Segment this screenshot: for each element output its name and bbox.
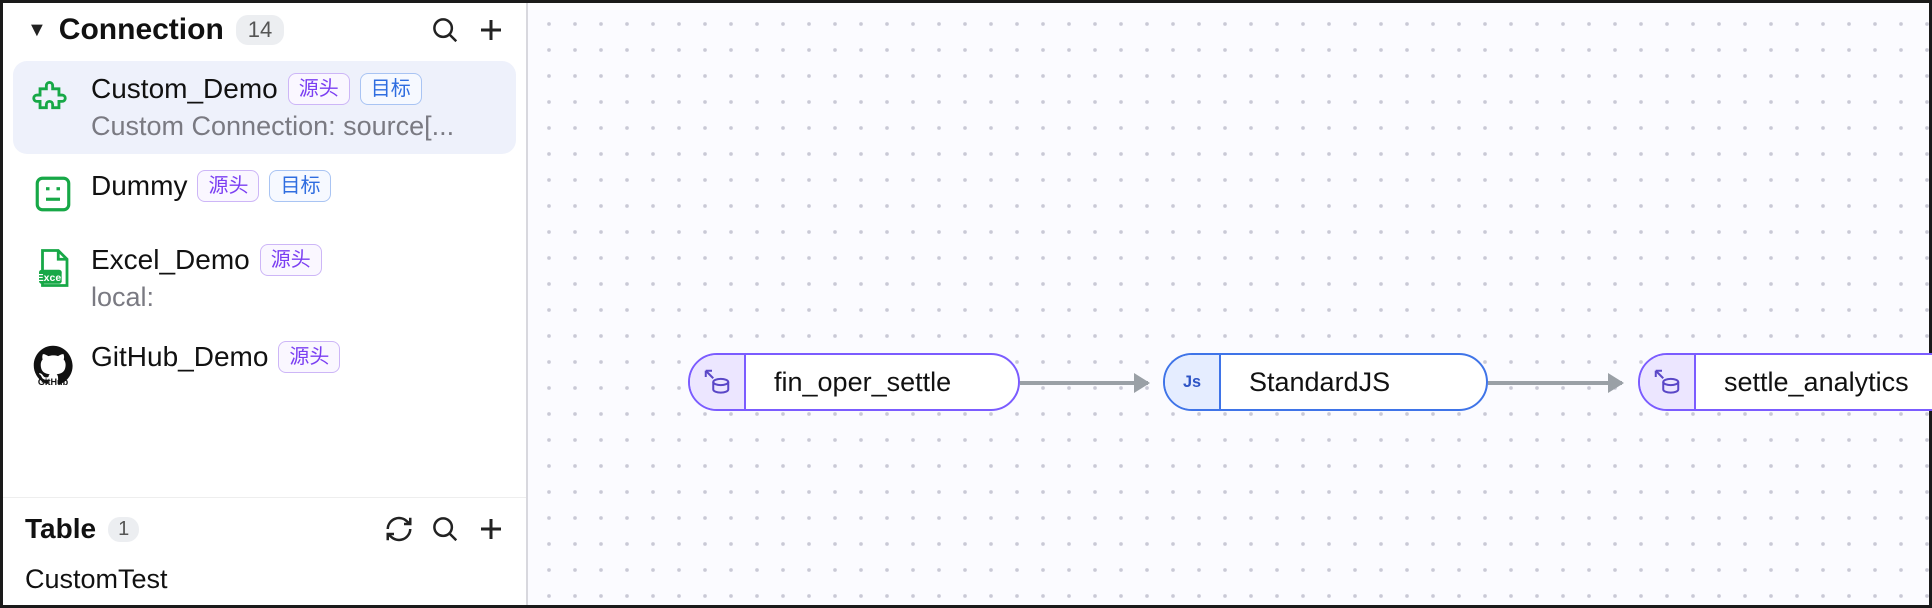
face-icon [31,172,75,216]
table-section-title: Table [25,513,96,545]
app-root: ▼ Connection 14 Custom_D [0,0,1932,608]
connection-name: Excel_Demo [91,244,250,276]
caret-down-icon[interactable]: ▼ [27,19,47,42]
svg-text:Excel: Excel [37,272,65,284]
svg-text:GitHub: GitHub [38,377,69,386]
connection-list: Custom_Demo 源头 目标 Custom Connection: sou… [3,57,526,497]
tag-source: 源头 [288,73,350,105]
node-settle-analytics[interactable]: settle_analytics [1638,353,1932,411]
js-icon: Js [1165,355,1221,409]
puzzle-icon [31,75,75,119]
node-fin-oper-settle[interactable]: fin_oper_settle [688,353,1020,411]
connection-name: Custom_Demo [91,73,278,105]
node-label: StandardJS [1221,355,1418,409]
node-label: fin_oper_settle [746,355,979,409]
connection-item-custom-demo[interactable]: Custom_Demo 源头 目标 Custom Connection: sou… [13,61,516,154]
table-count-badge: 1 [108,517,139,542]
database-icon [690,355,746,409]
connection-item-dummy[interactable]: Dummy 源头 目标 [13,158,516,228]
github-icon: GitHub [31,343,75,387]
connection-section-header[interactable]: ▼ Connection 14 [3,3,526,57]
node-label: settle_analytics [1696,355,1932,409]
connection-item-github-demo[interactable]: GitHub GitHub_Demo 源头 [13,329,516,399]
excel-icon: Excel [31,246,75,290]
connection-name: Dummy [91,170,187,202]
table-list: CustomTest [3,554,526,605]
connection-subtitle: local: [91,282,500,313]
tag-source: 源头 [260,244,322,276]
connection-subtitle: Custom Connection: source[... [91,111,500,142]
search-icon[interactable] [428,512,462,546]
add-icon[interactable] [474,512,508,546]
search-icon[interactable] [428,13,462,47]
node-standardjs[interactable]: Js StandardJS [1163,353,1488,411]
edge-n1-n2 [1020,381,1148,385]
edge-n2-n3 [1488,381,1622,385]
tag-target: 目标 [360,73,422,105]
table-item[interactable]: CustomTest [25,564,504,595]
pipeline-canvas[interactable]: fin_oper_settle Js StandardJS [528,3,1929,605]
svg-text:Js: Js [1183,373,1201,391]
tag-source: 源头 [278,341,340,373]
connection-count-badge: 14 [236,15,284,45]
add-icon[interactable] [474,13,508,47]
refresh-icon[interactable] [382,512,416,546]
table-section: Table 1 Cus [3,497,526,605]
tag-source: 源头 [197,170,259,202]
table-section-header: Table 1 [3,504,526,554]
sidebar: ▼ Connection 14 Custom_D [3,3,528,605]
connection-item-excel-demo[interactable]: Excel Excel_Demo 源头 local: [13,232,516,325]
database-icon [1640,355,1696,409]
tag-target: 目标 [269,170,331,202]
connection-section-title: Connection [59,13,224,47]
connection-name: GitHub_Demo [91,341,268,373]
